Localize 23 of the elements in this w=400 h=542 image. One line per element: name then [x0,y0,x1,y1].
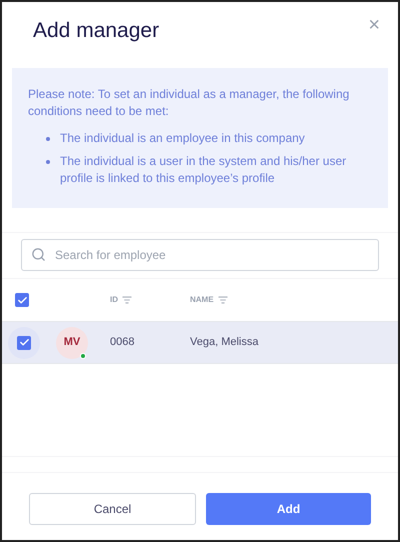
filter-icon[interactable] [122,295,132,305]
checkbox[interactable] [17,336,31,350]
check-icon [16,294,28,306]
search-icon [31,247,46,262]
add-button[interactable]: Add [206,493,371,525]
table-cell-text: 0068 [110,335,136,350]
column-header[interactable]: NAME [190,294,214,306]
bullet-icon [46,160,50,164]
cancel-button[interactable]: Cancel [29,493,196,525]
filter-icon[interactable] [218,295,228,305]
condition-text: The individual is an employee in this company [60,130,305,147]
checkbox[interactable] [15,293,29,307]
table-row[interactable]: MV 0068 Vega, Melissa [2,321,398,364]
column-header[interactable]: ID [110,294,118,306]
condition-text: The individual is a user in the system and his/her user profile is linked to this employee’s profile [60,153,348,187]
note-text: Please note: To set an individual as a manager, the following conditions need to be met: [28,86,350,120]
search-field[interactable]: Search for employee [21,239,379,271]
table-cell-text: Vega, Melissa [190,335,258,350]
dialog-title: Add manager [33,18,160,44]
avatar: MV [56,326,88,358]
bullet-icon [46,137,50,141]
close-button[interactable]: × [368,15,380,35]
check-icon [18,337,30,348]
